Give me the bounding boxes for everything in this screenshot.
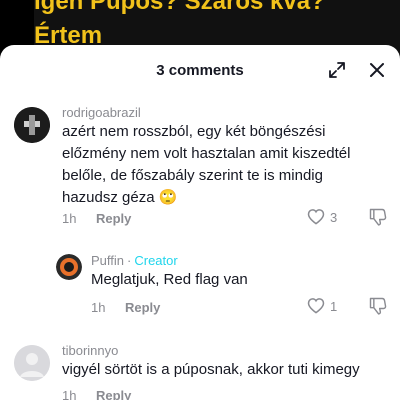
avatar-image bbox=[14, 107, 50, 143]
avatar-image bbox=[56, 254, 82, 280]
heart-icon bbox=[307, 298, 325, 314]
comment-username[interactable]: tiborinnyo bbox=[62, 343, 118, 358]
comment-time: 1h bbox=[91, 300, 106, 315]
comment-username-row: Puffin · Creator bbox=[91, 253, 178, 268]
video-caption-line-1: Igen Pupos? Szaros kva? bbox=[34, 0, 325, 15]
default-avatar-icon bbox=[14, 345, 50, 381]
like-button[interactable]: 3 bbox=[306, 207, 337, 227]
like-count: 3 bbox=[330, 209, 338, 225]
comment-time: 1h bbox=[62, 388, 77, 400]
comment-username[interactable]: Puffin bbox=[91, 253, 124, 268]
dislike-button[interactable] bbox=[368, 296, 388, 321]
reply-button[interactable]: Reply bbox=[96, 388, 131, 400]
avatar[interactable] bbox=[14, 345, 50, 381]
minimize-icon bbox=[329, 62, 345, 78]
dislike-button[interactable] bbox=[368, 207, 388, 232]
comment-time: 1h bbox=[62, 211, 77, 226]
creator-badge: Creator bbox=[134, 253, 178, 268]
reply-button[interactable]: Reply bbox=[125, 300, 160, 315]
thumbs-down-icon bbox=[369, 297, 387, 315]
close-button[interactable] bbox=[367, 60, 387, 80]
heart-icon bbox=[307, 209, 325, 225]
reply-button[interactable]: Reply bbox=[96, 211, 131, 226]
thumbs-down-icon bbox=[369, 208, 387, 226]
comment-text: azért nem rosszból, egy két böngészési e… bbox=[62, 123, 351, 206]
like-button[interactable]: 1 bbox=[306, 296, 337, 316]
separator-dot: · bbox=[127, 253, 132, 268]
comment-text: Meglatjuk, Red flag van bbox=[91, 271, 248, 288]
comment-text: vigyél sörtöt is a púposnak, akkor tuti … bbox=[62, 361, 360, 378]
comments-header: 3 comments bbox=[0, 45, 400, 95]
comments-sheet: 3 comments rodrigoabrazil azért nem ross… bbox=[0, 45, 400, 400]
avatar[interactable] bbox=[14, 107, 50, 143]
minimize-button[interactable] bbox=[327, 60, 347, 80]
like-count: 1 bbox=[330, 298, 338, 314]
close-icon bbox=[370, 63, 384, 77]
avatar[interactable] bbox=[56, 254, 82, 280]
comment-username[interactable]: rodrigoabrazil bbox=[62, 105, 141, 120]
